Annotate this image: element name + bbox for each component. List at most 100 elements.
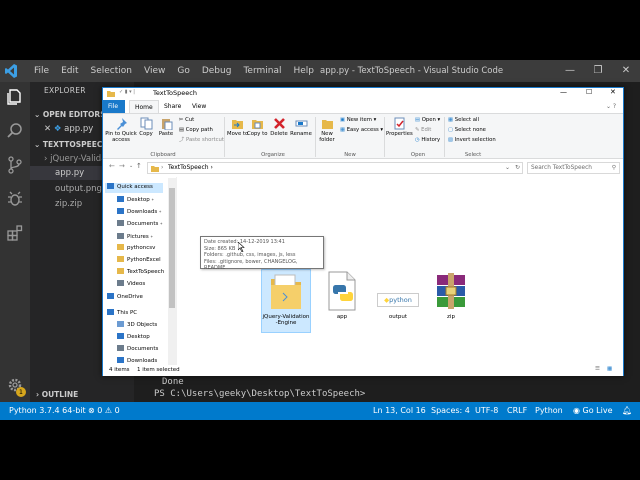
nav-item-3d-objects[interactable]: 3D Objects xyxy=(117,321,157,330)
nav-item-label: Downloads xyxy=(127,358,158,364)
nav-item-this-pc[interactable]: This PC xyxy=(107,309,137,318)
nav-item-quick-access[interactable]: Quick access xyxy=(107,183,153,192)
menu-go[interactable]: Go xyxy=(171,60,195,82)
nav-item-onedrive[interactable]: OneDrive xyxy=(107,293,143,302)
file-label: zip xyxy=(447,314,455,320)
explorer-minimize-button[interactable]: — xyxy=(560,88,567,96)
cursor-position[interactable]: Ln 13, Col 16 xyxy=(373,402,426,420)
history-button[interactable]: ◷ History xyxy=(415,137,440,144)
minimize-button[interactable]: — xyxy=(556,60,584,82)
problems-indicator[interactable]: ⊗ 0 ⚠ 0 xyxy=(88,402,120,420)
search-icon[interactable] xyxy=(6,122,24,140)
tab-file[interactable]: File xyxy=(103,100,125,113)
navigation-scrollbar[interactable] xyxy=(168,178,176,365)
paste-shortcut-button[interactable]: ⤴ Paste shortcut xyxy=(179,137,224,144)
file-item-app[interactable]: app xyxy=(318,271,366,320)
indentation[interactable]: Spaces: 4 xyxy=(431,402,470,420)
ribbon-expand-chevron-icon[interactable]: ⌄ ? xyxy=(601,100,621,113)
explorer-maximize-button[interactable]: ☐ xyxy=(586,88,592,96)
menu-file[interactable]: File xyxy=(28,60,55,82)
close-button[interactable]: ✕ xyxy=(612,60,640,82)
refresh-icon[interactable]: ↻ xyxy=(515,163,520,173)
tab-view[interactable]: View xyxy=(187,100,211,113)
address-dropdown-icon[interactable]: ⌄ xyxy=(505,163,510,173)
nav-item-pythonexcel[interactable]: PythonExcel xyxy=(117,256,161,265)
qat-icons[interactable]: ✓ ▮ ▾ | xyxy=(119,89,135,95)
easy-access-button[interactable]: ▦ Easy access ▾ xyxy=(340,127,383,134)
python-interpreter[interactable]: Python 3.7.4 64-bit xyxy=(9,402,86,420)
line-ending[interactable]: CRLF xyxy=(507,402,527,420)
outline-section[interactable]: › OUTLINE xyxy=(36,390,78,399)
terminal-output: Done PS C:\Users\geeky\Desktop\TextToSpe… xyxy=(154,376,365,400)
tab-share[interactable]: Share xyxy=(159,100,186,113)
details-view-icon[interactable]: ☰ xyxy=(595,366,600,372)
menu-edit[interactable]: Edit xyxy=(55,60,84,82)
up-arrow-icon[interactable]: ↑ xyxy=(136,162,142,170)
open-editors-section[interactable]: ⌄ OPEN EDITORS xyxy=(34,110,106,119)
select-all-button[interactable]: ▦ Select all xyxy=(448,117,479,124)
file-item-zip[interactable]: zip xyxy=(427,271,475,320)
breadcrumb-folder[interactable]: TextToSpeech xyxy=(168,164,209,171)
project-section[interactable]: ⌄ TEXTTOSPEECH xyxy=(34,140,109,149)
window-title: app.py - TextToSpeech - Visual Studio Co… xyxy=(320,66,504,76)
scrollbar-thumb[interactable] xyxy=(169,188,175,308)
menu-terminal[interactable]: Terminal xyxy=(237,60,287,82)
delete-label: Delete xyxy=(270,131,288,137)
file-item-output[interactable]: ◆python output xyxy=(374,271,422,320)
folder-item-jquery-validation[interactable]: jQuery-Validation -Engine xyxy=(262,271,310,326)
search-box[interactable]: Search TextToSpeech ⚲ xyxy=(527,162,620,174)
open-editor-item[interactable]: ✕ ❖ app.py xyxy=(44,124,93,134)
nav-item-texttospeech[interactable]: TextToSpeech xyxy=(117,268,164,277)
new-folder-button[interactable]: New folder xyxy=(317,117,337,143)
restore-button[interactable]: ❐ xyxy=(584,60,612,82)
nav-item-pictures[interactable]: Pictures ✦ xyxy=(117,232,153,242)
file-tree-item[interactable]: output.png xyxy=(55,184,102,194)
address-bar[interactable]: › TextToSpeech › ⌄ ↻ xyxy=(147,162,523,174)
new-item-button[interactable]: ▣ New item ▾ xyxy=(340,117,376,124)
debug-icon[interactable] xyxy=(6,190,24,208)
open-button[interactable]: ▤ Open ▾ xyxy=(415,117,440,124)
nav-item-downloads[interactable]: Downloads ✦ xyxy=(117,207,162,217)
select-none-button[interactable]: ▢ Select none xyxy=(448,127,486,134)
encoding[interactable]: UTF-8 xyxy=(475,402,498,420)
nav-item-label: Pictures xyxy=(127,234,149,240)
explorer-icon[interactable] xyxy=(6,88,24,106)
nav-item-desktop[interactable]: Desktop xyxy=(117,333,150,342)
nav-item-documents[interactable]: Documents ✦ xyxy=(117,219,163,229)
explorer-close-button[interactable]: ✕ xyxy=(610,88,616,96)
forward-arrow-icon[interactable]: → xyxy=(119,162,125,170)
cut-button[interactable]: ✂ Cut xyxy=(179,117,194,124)
notifications-bell-icon[interactable]: 🔔︎ xyxy=(622,402,632,420)
file-tree-item[interactable]: › jQuery-Valida xyxy=(44,154,106,164)
file-tree-item[interactable]: zip.zip xyxy=(55,199,82,209)
menu-view[interactable]: View xyxy=(138,60,171,82)
menu-selection[interactable]: Selection xyxy=(85,60,138,82)
delete-button[interactable]: Delete xyxy=(269,117,289,137)
copy-path-button[interactable]: ▤ Copy path xyxy=(179,127,213,134)
rename-button[interactable]: Rename xyxy=(289,117,313,137)
go-live-button[interactable]: ◉ Go Live xyxy=(573,402,613,420)
copy-path-label: Copy path xyxy=(185,127,213,133)
extensions-icon[interactable] xyxy=(6,224,24,242)
pin-quick-access-button[interactable]: Pin to Quick access xyxy=(105,117,137,143)
nav-item-documents[interactable]: Documents xyxy=(117,345,158,354)
menu-debug[interactable]: Debug xyxy=(196,60,238,82)
nav-item-pythoncsv[interactable]: pythoncsv xyxy=(117,244,155,253)
back-arrow-icon[interactable]: ← xyxy=(109,162,115,170)
terminal-prompt[interactable]: PS C:\Users\geeky\Desktop\TextToSpeech> xyxy=(154,388,365,400)
move-to-button[interactable]: Move to xyxy=(227,117,248,137)
copy-to-button[interactable]: Copy to xyxy=(247,117,267,137)
source-control-icon[interactable] xyxy=(6,156,24,174)
copy-button[interactable]: Copy xyxy=(137,117,155,137)
nav-item-desktop[interactable]: Desktop ✦ xyxy=(117,195,154,205)
edit-button[interactable]: ✎ Edit xyxy=(415,127,431,134)
large-icons-view-icon[interactable]: ▦ xyxy=(607,366,612,372)
language-mode[interactable]: Python xyxy=(535,402,563,420)
menu-help[interactable]: Help xyxy=(287,60,320,82)
paste-button[interactable]: Paste xyxy=(155,117,177,137)
nav-item-videos[interactable]: Videos xyxy=(117,280,145,289)
recent-chevron-icon[interactable]: ⌄ xyxy=(129,163,133,169)
tab-home[interactable]: Home xyxy=(129,100,159,113)
properties-button[interactable]: Properties xyxy=(386,117,413,137)
invert-selection-button[interactable]: ▧ Invert selection xyxy=(448,137,496,144)
